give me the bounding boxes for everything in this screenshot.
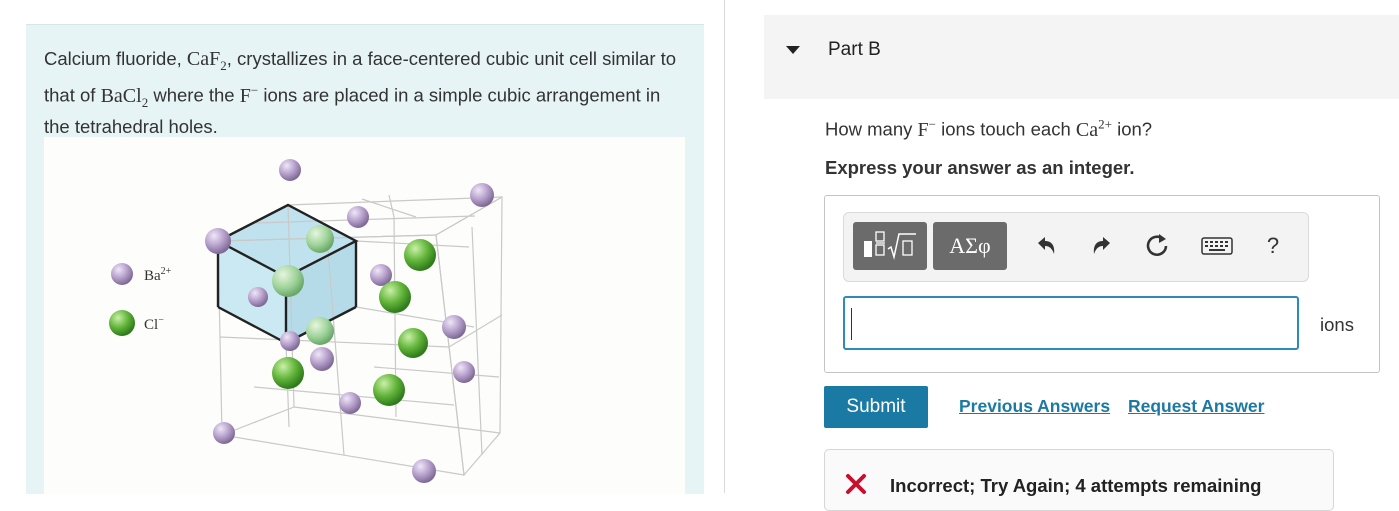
problem-text-3: where the <box>148 84 240 106</box>
unit-cell-diagram: Ba2+ Cl− <box>109 159 503 483</box>
legend-cl-label: Cl− <box>144 315 164 333</box>
crystal-structure-figure: Ba2+ Cl− <box>44 137 685 494</box>
formula-caf2: CaF2 <box>186 48 227 73</box>
keyboard-icon <box>1201 237 1233 255</box>
reset-button[interactable] <box>1141 230 1173 262</box>
undo-icon <box>1038 237 1055 254</box>
redo-icon <box>1093 237 1110 254</box>
reset-icon <box>1146 234 1168 256</box>
redo-button[interactable] <box>1086 230 1118 262</box>
help-button[interactable]: ? <box>1259 230 1287 262</box>
pane-divider <box>724 0 725 493</box>
undo-button[interactable] <box>1030 230 1062 262</box>
collapse-caret-icon[interactable] <box>786 46 800 54</box>
greek-symbols-button[interactable]: ΑΣφ <box>933 222 1007 270</box>
text-cursor <box>851 308 852 340</box>
legend-ba-label: Ba2+ <box>144 266 172 284</box>
answer-units: ions <box>1320 314 1354 335</box>
ion-f: F− <box>239 82 259 107</box>
part-title: Part B <box>828 39 881 60</box>
fraction-radical-template-icon <box>864 231 916 260</box>
part-header[interactable]: Part B <box>764 15 1399 99</box>
legend-ba-sphere <box>111 263 133 285</box>
request-answer-link[interactable]: Request Answer <box>1128 396 1264 417</box>
previous-answers-link[interactable]: Previous Answers <box>959 396 1110 417</box>
template-button[interactable] <box>853 222 927 270</box>
problem-text-1: Calcium fluoride, <box>44 48 187 69</box>
problem-statement: Calcium fluoride, CaF2, crystallizes in … <box>44 47 684 139</box>
legend-cl-sphere <box>109 310 135 336</box>
problem-panel: Calcium fluoride, CaF2, crystallizes in … <box>26 24 704 494</box>
legend: Ba2+ Cl− <box>109 263 172 336</box>
feedback-message: Incorrect; Try Again; 4 attempts remaini… <box>890 475 1262 496</box>
incorrect-x-icon <box>846 474 866 494</box>
submit-button[interactable]: Submit <box>824 386 928 428</box>
keyboard-button[interactable] <box>1199 230 1235 262</box>
answer-instruction: Express your answer as an integer. <box>825 157 1135 178</box>
formula-bacl2: BaCl2 <box>100 84 149 110</box>
answer-input[interactable] <box>843 296 1299 350</box>
feedback-box: Incorrect; Try Again; 4 attempts remaini… <box>824 449 1334 511</box>
math-toolbar: ΑΣφ ? <box>843 212 1309 282</box>
question-text: How many F− ions touch each Ca2+ ion? <box>825 116 1153 141</box>
answer-box: ΑΣφ ? ions <box>824 195 1380 373</box>
